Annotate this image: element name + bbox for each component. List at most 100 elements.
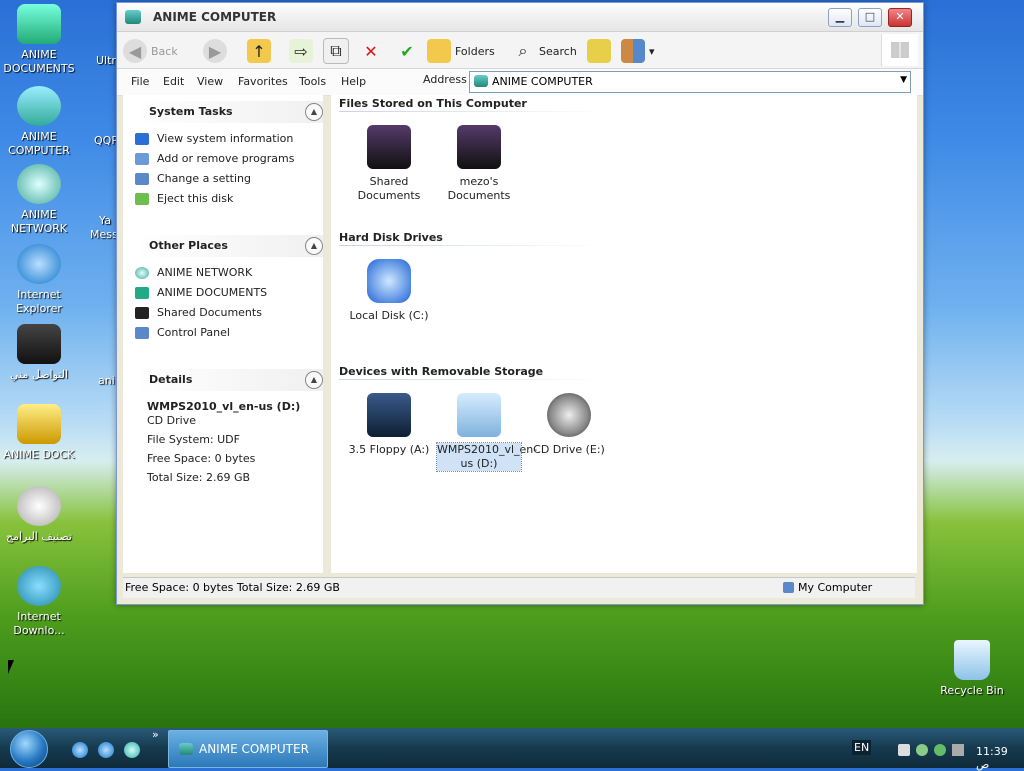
computer-icon — [783, 582, 794, 593]
desktop-icon-label: Recycle Bin — [940, 684, 1004, 697]
desktop-icon-programs[interactable]: تصنيف البرامج — [3, 486, 75, 544]
desktop-icon-partial[interactable]: QQP — [94, 134, 118, 147]
group-divider — [339, 245, 605, 246]
close-button[interactable]: ✕ — [888, 8, 912, 27]
shortcut-icon — [17, 486, 61, 526]
group-divider — [339, 111, 605, 112]
favorites-folder-button[interactable] — [587, 38, 615, 64]
quicklaunch-chevron[interactable]: » — [152, 728, 159, 741]
menu-file[interactable]: File — [131, 75, 149, 88]
tray-app-icon[interactable] — [916, 744, 928, 756]
folders-icon — [427, 39, 451, 63]
network-icon — [135, 267, 149, 279]
dock-icon — [17, 404, 61, 444]
other-places-panel: Other Places ▲ ANIME NETWORK ANIME DOCUM… — [135, 235, 323, 343]
panel-header[interactable]: System Tasks ▲ — [135, 101, 323, 123]
desktop-icon-anime-network[interactable]: ANIME NETWORK — [3, 164, 75, 236]
desktop-icon-recycle-bin[interactable]: Recycle Bin — [936, 640, 1008, 698]
task-add-remove-programs[interactable]: Add or remove programs — [135, 149, 323, 169]
task-change-setting[interactable]: Change a setting — [135, 169, 323, 189]
title-bar[interactable]: ANIME COMPUTER ▁ □ ✕ — [117, 3, 923, 32]
up-folder-button[interactable]: ↑ — [247, 38, 275, 64]
move-to-button[interactable]: ⇨ — [289, 38, 317, 64]
toolbar: ◀ Back ▶ ↑ ⇨ ⧉ ✕ ✔ Folders ⌕ Search ▾ — [117, 32, 923, 69]
quicklaunch-app-icon[interactable] — [124, 742, 140, 758]
place-anime-documents[interactable]: ANIME DOCUMENTS — [135, 283, 323, 303]
globe-icon — [17, 164, 61, 204]
folder-icon — [367, 125, 411, 169]
item-floppy-a[interactable]: 3.5 Floppy (A:) — [347, 393, 431, 457]
views-button[interactable]: ▾ — [621, 38, 655, 64]
address-label: Address — [423, 73, 467, 86]
search-icon: ⌕ — [518, 41, 528, 60]
collapse-icon[interactable]: ▲ — [305, 103, 323, 121]
task-view-system-info[interactable]: View system information — [135, 129, 323, 149]
minimize-button[interactable]: ▁ — [828, 8, 852, 27]
forward-button[interactable]: ▶ — [203, 38, 231, 64]
dvd-drive-icon — [457, 393, 501, 437]
item-dvd-d[interactable]: WMPS2010_vl_en-us (D:) — [436, 393, 537, 472]
desktop-icon-partial[interactable]: Ya — [99, 214, 111, 227]
place-control-panel[interactable]: Control Panel — [135, 323, 323, 343]
item-cd-drive-e[interactable]: CD Drive (E:) — [527, 393, 611, 457]
search-button[interactable]: ⌕ Search — [511, 38, 577, 64]
panel-title: Details — [149, 373, 193, 386]
menu-favorites[interactable]: Favorites — [238, 75, 288, 88]
system-tasks-panel: System Tasks ▲ View system information A… — [135, 101, 323, 209]
collapse-icon[interactable]: ▲ — [305, 237, 323, 255]
menu-help[interactable]: Help — [341, 75, 366, 88]
item-mezos-documents[interactable]: mezo's Documents — [437, 125, 521, 203]
quicklaunch-ie2-icon[interactable] — [98, 742, 114, 758]
task-eject-disk[interactable]: Eject this disk — [135, 189, 323, 209]
desktop-icon-label: Internet Explorer — [16, 288, 62, 315]
back-button[interactable]: ◀ Back — [123, 38, 178, 64]
collapse-icon[interactable]: ▲ — [305, 371, 323, 389]
details-free-space: Free Space: 0 bytes — [147, 452, 256, 465]
search-label: Search — [539, 44, 577, 58]
tray-extra-icon[interactable] — [952, 744, 964, 756]
taskbar-window-button[interactable]: ANIME COMPUTER — [168, 730, 328, 768]
panel-header[interactable]: Details ▲ — [135, 369, 323, 391]
folders-button[interactable]: Folders — [427, 38, 495, 64]
tray-volume-icon[interactable] — [898, 744, 910, 756]
desktop-icon-label: تصنيف البرامج — [6, 530, 72, 543]
mouse-cursor-icon — [8, 660, 14, 674]
folders-label: Folders — [455, 44, 495, 58]
group-header: Devices with Removable Storage — [339, 365, 544, 378]
copy-to-icon: ⧉ — [323, 38, 349, 64]
menu-view[interactable]: View — [197, 75, 223, 88]
menu-edit[interactable]: Edit — [163, 75, 184, 88]
maximize-button[interactable]: □ — [858, 8, 882, 27]
panel-header[interactable]: Other Places ▲ — [135, 235, 323, 257]
desktop-icon-anime-documents[interactable]: ANIME DOCUMENTS — [3, 4, 75, 76]
desktop-icon-contact[interactable]: التواصل مني — [3, 324, 75, 382]
desktop-icon-anime-computer[interactable]: ANIME COMPUTER — [3, 86, 75, 158]
computer-icon — [179, 743, 193, 755]
details-file-system: File System: UDF — [147, 433, 240, 446]
folder-icon — [457, 125, 501, 169]
copy-to-button[interactable]: ⧉ — [323, 38, 353, 64]
desktop-icon-internet-explorer[interactable]: Internet Explorer — [3, 244, 75, 316]
quicklaunch-ie-icon[interactable] — [72, 742, 88, 758]
windows-flag-icon — [891, 42, 909, 58]
item-local-disk-c[interactable]: Local Disk (C:) — [347, 259, 431, 323]
tray-network-icon[interactable] — [934, 744, 946, 756]
address-bar[interactable]: ANIME COMPUTER ▼ — [469, 71, 911, 93]
hard-disk-icon — [367, 259, 411, 303]
clock[interactable]: 11:39 ص — [976, 745, 1024, 771]
internet-explorer-icon — [17, 244, 61, 284]
group-divider — [339, 379, 605, 380]
item-shared-documents[interactable]: Shared Documents — [347, 125, 431, 203]
desktop-icon-label: ANIME NETWORK — [10, 208, 68, 235]
menu-tools[interactable]: Tools — [299, 75, 326, 88]
start-button[interactable] — [10, 730, 48, 768]
desktop-icon-anime-dock[interactable]: ANIME DOCK — [3, 404, 75, 462]
language-indicator[interactable]: EN — [852, 740, 872, 755]
chevron-down-icon[interactable]: ▼ — [900, 75, 907, 85]
desktop-icon-internet-download[interactable]: Internet Downlo... — [3, 566, 75, 638]
delete-button[interactable]: ✕ — [359, 38, 387, 64]
properties-button[interactable]: ✔ — [395, 38, 423, 64]
desktop-icon-partial[interactable]: ani — [98, 374, 115, 387]
place-anime-network[interactable]: ANIME NETWORK — [135, 263, 323, 283]
place-shared-documents[interactable]: Shared Documents — [135, 303, 323, 323]
